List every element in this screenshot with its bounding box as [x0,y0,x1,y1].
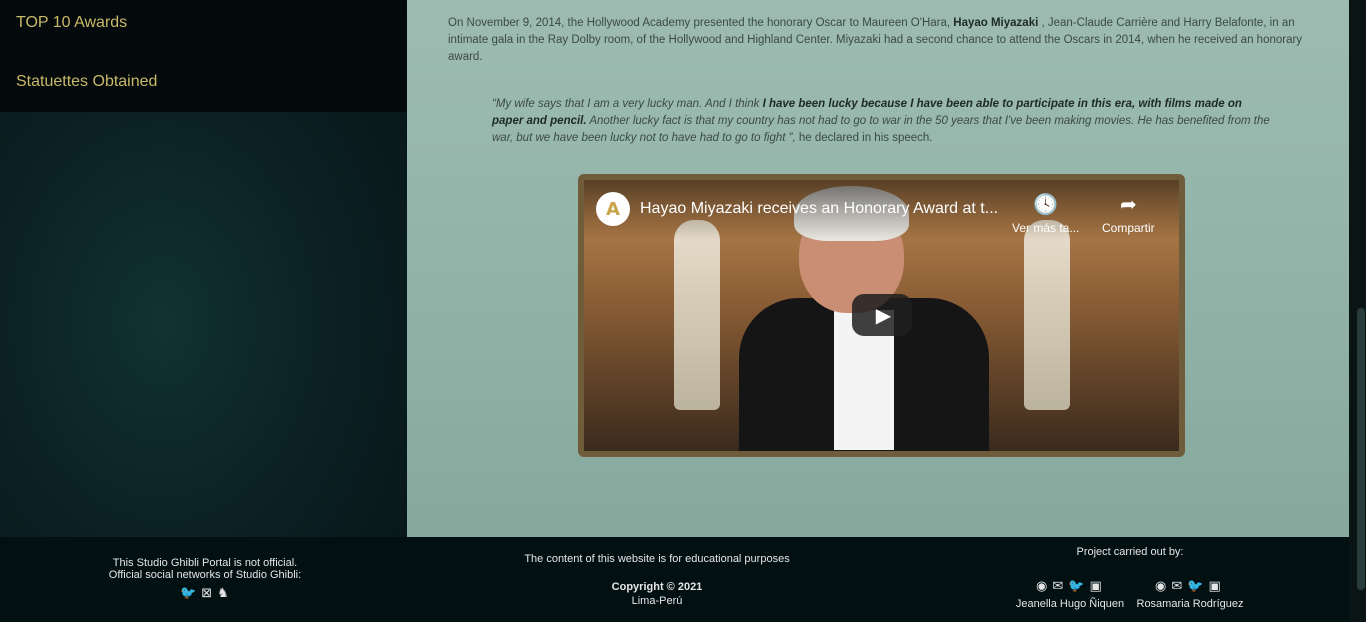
scrollbar-thumb[interactable] [1357,308,1365,590]
twitter-icon[interactable]: 🐦 [1187,579,1203,594]
mail-icon[interactable]: ✉ [1052,579,1063,594]
author2-name: Rosamaria Rodríguez [1136,598,1244,610]
sidebar-item-statuettes-obtained[interactable]: Statuettes Obtained [16,73,157,91]
share-button[interactable]: ➦ Compartir [1102,192,1155,235]
footer-copyright: Copyright © 2021 [611,581,703,593]
speech-quote: “My wife says that I am a very lucky man… [492,98,1270,144]
linkedin-icon[interactable]: ▣ [1208,579,1220,594]
youtube-video-embed[interactable]: A Hayao Miyazaki receives an Honorary Aw… [584,180,1179,451]
footer: This Studio Ghibli Portal is not officia… [0,537,1349,622]
mail-icon[interactable]: ✉ [1171,579,1182,594]
linkedin-icon[interactable]: ▣ [1089,579,1101,594]
author2-social-icons: ◉ ✉ 🐦 ▣ [1155,579,1221,594]
clock-icon: 🕓 [1033,194,1059,216]
sidebar-item-top-10-awards[interactable]: TOP 10 Awards [16,14,127,32]
ghibli-social-icons: 🐦 ⊠ ♞ [180,586,229,601]
play-icon: ▶ [875,303,892,327]
footer-location: Lima-Perú [631,595,683,607]
share-arrow-icon: ➦ [1119,194,1137,216]
footer-educational-note: The content of this website is for educa… [524,553,790,565]
sidebar-menu: TOP 10 Awards Statuettes Obtained [0,0,407,112]
totoro-icon[interactable]: ♞ [217,586,229,601]
oscar-statue-right [1024,220,1070,410]
footer-project-label: Project carried out by: [1076,546,1184,558]
twitter-icon[interactable]: 🐦 [180,586,196,601]
author1-name: Jeanella Hugo Ñiquen [1015,598,1125,610]
ghibli-icon[interactable]: ⊠ [201,586,212,601]
channel-logo[interactable]: A [596,192,630,226]
article-paragraph: On November 9, 2014, the Hollywood Acade… [448,17,1303,63]
play-button[interactable]: ▶ [852,294,912,336]
github-icon[interactable]: ◉ [1155,579,1166,594]
github-icon[interactable]: ◉ [1036,579,1047,594]
watch-later-button[interactable]: 🕓 Ver más ta... [1012,192,1079,235]
twitter-icon[interactable]: 🐦 [1068,579,1084,594]
footer-disclaimer: This Studio Ghibli Portal is not officia… [108,557,302,581]
author1-social-icons: ◉ ✉ 🐦 ▣ [1036,579,1102,594]
oscar-statue-left [674,220,720,410]
video-title[interactable]: Hayao Miyazaki receives an Honorary Awar… [640,200,1000,218]
